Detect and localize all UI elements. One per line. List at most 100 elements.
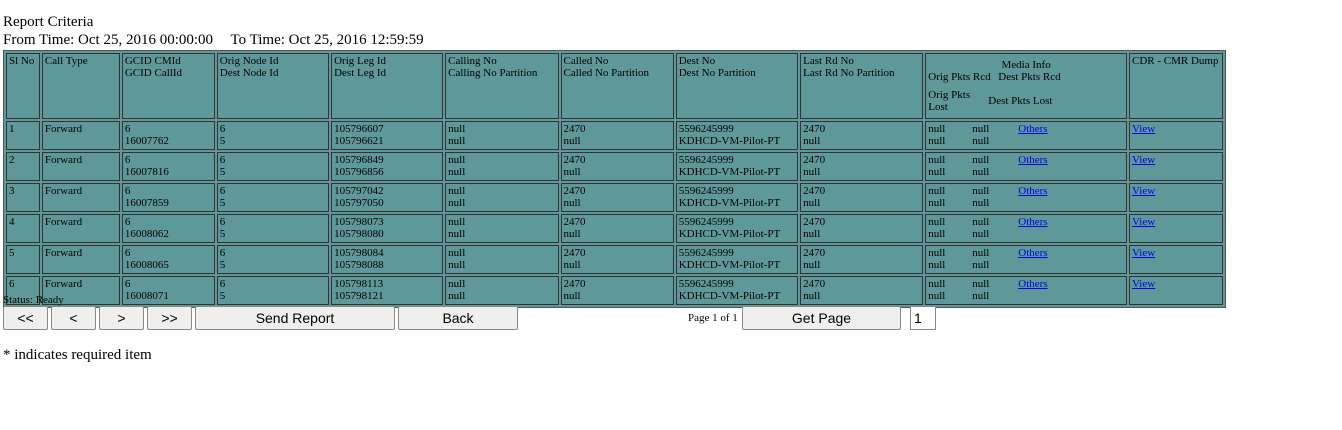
cell-node-id: 65 (216, 245, 330, 274)
cell-called-no: 2470 null (560, 245, 674, 274)
header-call-type: Call Type (41, 53, 120, 119)
header-last-rd-no: Last Rd No Last Rd No Partition (800, 53, 924, 119)
cell-leg-id: 105796607 105796621 (331, 121, 444, 150)
cell-last-rd-no: 2470 null (800, 245, 924, 274)
cell-call-type: Forward (41, 152, 120, 181)
back-button[interactable]: Back (398, 306, 518, 330)
cell-leg-id: 105798073 105798080 (331, 214, 444, 243)
cell-gcid: 6 16007816 (121, 152, 215, 181)
cell-gcid: 6 16008065 (121, 245, 215, 274)
last-page-button[interactable]: >> (147, 306, 192, 330)
cell-node-id: 65 (216, 121, 330, 150)
cell-call-type: Forward (41, 245, 120, 274)
cell-last-rd-no: 2470 null (800, 121, 924, 150)
view-link[interactable]: View (1132, 278, 1155, 290)
cell-last-rd-no: 2470 null (800, 214, 924, 243)
cell-gcid: 6 16007762 (121, 121, 215, 150)
cell-gcid: 6 16007859 (121, 183, 215, 212)
table-row: 1 Forward 6 16007762 6 5 105796607 105796621 nul… (6, 121, 1223, 150)
view-link[interactable]: View (1132, 154, 1155, 166)
cell-media-info: null null Others null null (925, 121, 1127, 150)
cell-calling-no: null null (445, 183, 559, 212)
cell-dest-no: 5596245999 KDHCD-VM-Pilot-PT (675, 183, 799, 212)
header-called-no: Called No Called No Partition (560, 53, 674, 119)
cell-called-no: 2470 null (560, 121, 674, 150)
to-time-value: Oct 25, 2016 12:59:59 (288, 32, 424, 48)
table-row: 4 Forward 6 16008062 6 5 105798073 105798080 nul… (6, 214, 1223, 243)
cell-media-info: null null Others null null (925, 183, 1127, 212)
cell-cdr-dump: View (1128, 152, 1223, 181)
header-node-id: Orig Node Id Dest Node Id (216, 53, 330, 119)
cell-sl-no: 4 (6, 214, 40, 243)
first-page-button[interactable]: << (3, 306, 48, 330)
header-cdr-dump: CDR - CMR Dump (1128, 53, 1223, 119)
page-info: Page 1 of 1 (688, 312, 738, 324)
cell-dest-no: 5596245999 KDHCD-VM-Pilot-PT (675, 245, 799, 274)
cell-media-info: null null Others null null (925, 276, 1127, 305)
cell-called-no: 2470 null (560, 276, 674, 305)
send-report-button[interactable]: Send Report (195, 306, 395, 330)
cell-calling-no: null null (445, 121, 559, 150)
table-row: 6 Forward 6 16008071 6 5 105798113 105798121 nul… (6, 276, 1223, 305)
cell-sl-no: 3 (6, 183, 40, 212)
others-link[interactable]: Others (1018, 154, 1047, 166)
cell-called-no: 2470 null (560, 152, 674, 181)
table-row: 3 Forward 6 16007859 6 5 105797042 105797050 nul… (6, 183, 1223, 212)
header-dest-no: Dest No Dest No Partition (675, 53, 799, 119)
cell-cdr-dump: View (1128, 121, 1223, 150)
criteria-time-range: From Time: Oct 25, 2016 00:00:00 To Time… (3, 31, 424, 49)
cell-call-type: Forward (41, 121, 120, 150)
next-page-button[interactable]: > (99, 306, 144, 330)
table-header-row: Sl No Call Type GCID CMId GCID CallId Ori… (6, 53, 1223, 119)
cell-calling-no: null null (445, 214, 559, 243)
cell-cdr-dump: View (1128, 183, 1223, 212)
prev-page-button[interactable]: < (51, 306, 96, 330)
header-leg-id: Orig Leg Id Dest Leg Id (331, 53, 444, 119)
cell-leg-id: 105796849 105796856 (331, 152, 444, 181)
others-link[interactable]: Others (1018, 247, 1047, 259)
table-row: 5 Forward 6 16008065 6 5 105798084 105798088 nul… (6, 245, 1223, 274)
cell-dest-no: 5596245999 KDHCD-VM-Pilot-PT (675, 152, 799, 181)
cell-called-no: 2470 null (560, 183, 674, 212)
cell-leg-id: 105798084 105798088 (331, 245, 444, 274)
cell-node-id: 65 (216, 152, 330, 181)
cell-last-rd-no: 2470 null (800, 152, 924, 181)
cell-node-id: 65 (216, 276, 330, 305)
cell-gcid: 6 16008071 (121, 276, 215, 305)
header-media-info: Media Info Orig Pkts Rcd Dest Pkts Rcd Or… (925, 53, 1127, 119)
cell-cdr-dump: View (1128, 214, 1223, 243)
from-time-value: Oct 25, 2016 00:00:00 (78, 32, 214, 48)
cell-calling-no: null null (445, 152, 559, 181)
view-link[interactable]: View (1132, 185, 1155, 197)
get-page-button[interactable]: Get Page (742, 306, 901, 330)
header-calling-no: Calling No Calling No Partition (445, 53, 559, 119)
cell-sl-no: 5 (6, 245, 40, 274)
status-text: Status: Ready (3, 294, 64, 306)
to-time-label: To Time: (230, 32, 285, 48)
page-number-input[interactable] (910, 306, 936, 330)
others-link[interactable]: Others (1018, 123, 1047, 135)
others-link[interactable]: Others (1018, 216, 1047, 228)
cell-sl-no: 1 (6, 121, 40, 150)
view-link[interactable]: View (1132, 216, 1155, 228)
cell-call-type: Forward (41, 214, 120, 243)
cell-media-info: null null Others null null (925, 152, 1127, 181)
cell-called-no: 2470 null (560, 214, 674, 243)
cell-cdr-dump: View (1128, 276, 1223, 305)
cell-dest-no: 5596245999 KDHCD-VM-Pilot-PT (675, 214, 799, 243)
view-link[interactable]: View (1132, 123, 1155, 135)
cell-calling-no: null null (445, 276, 559, 305)
view-link[interactable]: View (1132, 247, 1155, 259)
others-link[interactable]: Others (1018, 278, 1047, 290)
others-link[interactable]: Others (1018, 185, 1047, 197)
report-criteria: Report Criteria From Time: Oct 25, 2016 … (3, 13, 424, 49)
cell-node-id: 65 (216, 214, 330, 243)
header-sl-no: Sl No (6, 53, 40, 119)
from-time-label: From Time: (3, 32, 75, 48)
cell-last-rd-no: 2470 null (800, 183, 924, 212)
cell-leg-id: 105798113 105798121 (331, 276, 444, 305)
criteria-title: Report Criteria (3, 14, 94, 30)
report-table: Sl No Call Type GCID CMId GCID CallId Ori… (3, 50, 1226, 308)
table-row: 2 Forward 6 16007816 6 5 105796849 105796856 nul… (6, 152, 1223, 181)
cell-sl-no: 2 (6, 152, 40, 181)
